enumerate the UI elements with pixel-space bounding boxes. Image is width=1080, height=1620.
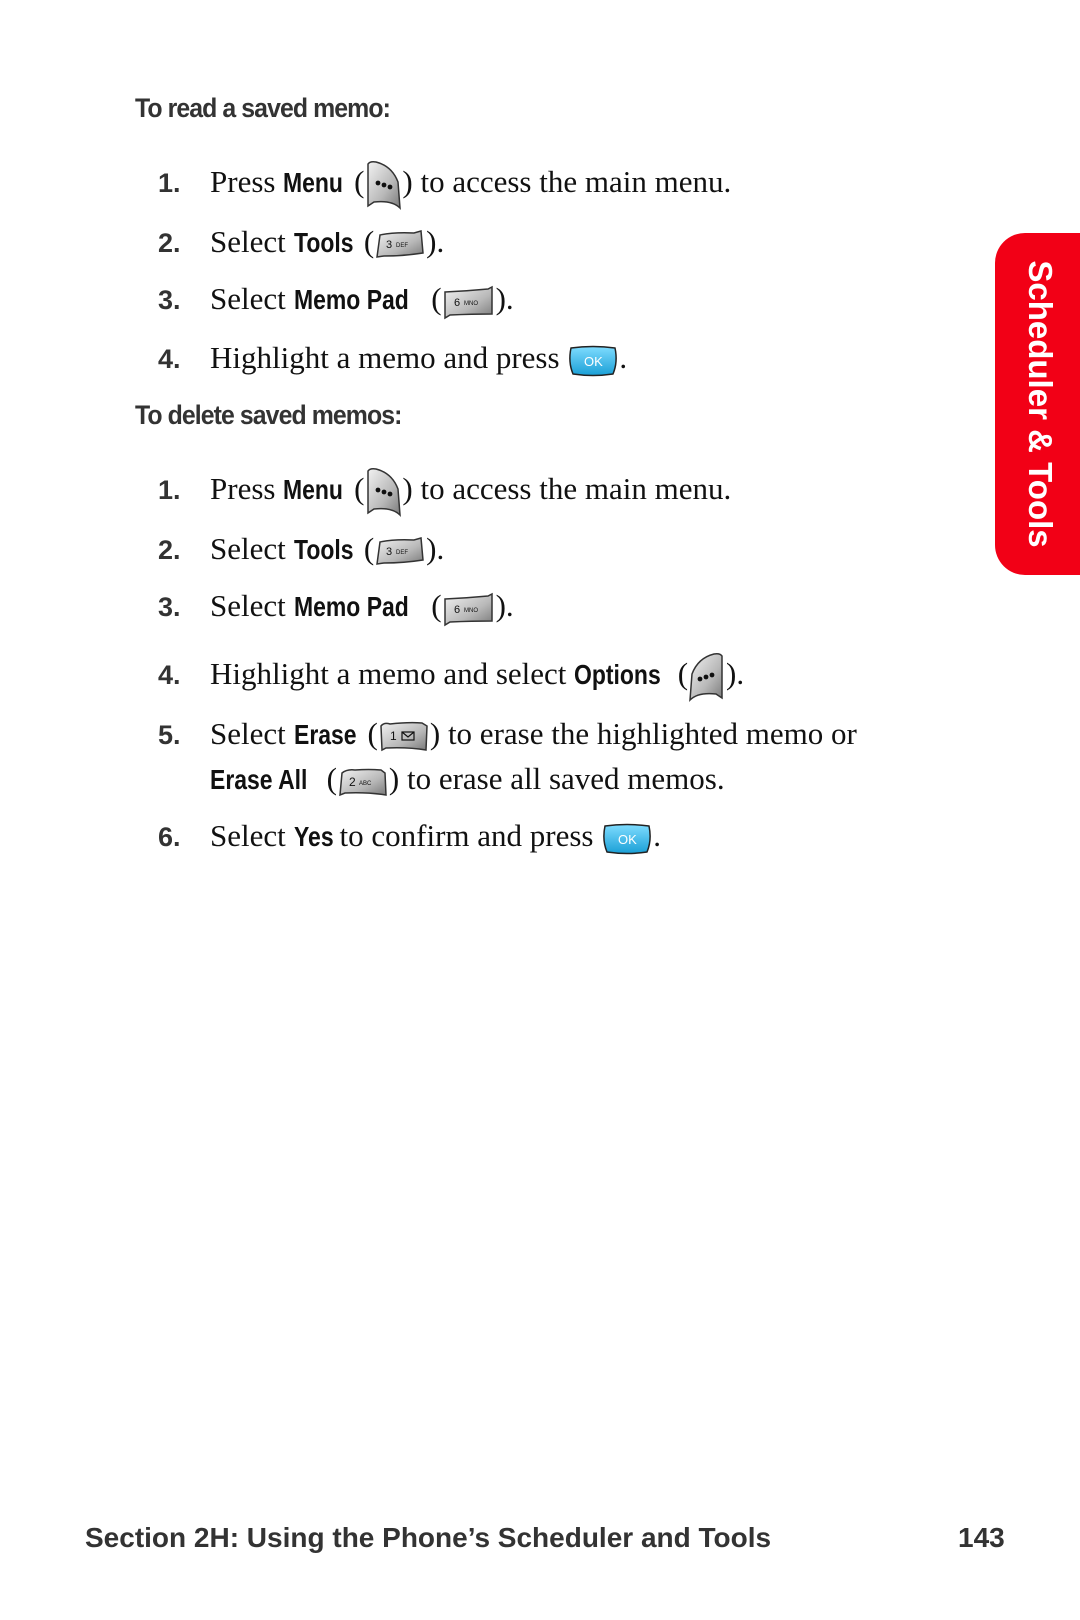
key-6-mno-icon: 6 MNO (442, 591, 496, 627)
key-3-def-icon: 3 DEF (374, 229, 426, 261)
menu-key-icon (364, 467, 402, 517)
delete-step-4: 4. Highlight a memo and select Options ()… (158, 652, 744, 702)
key-2-abc-icon: 2 ABC (337, 765, 389, 799)
delete-step-6: 6. Select Yes to confirm and press OK. (158, 814, 661, 859)
read-step-2: 2. Select Tools (3 DEF). (158, 224, 445, 261)
ok-key-icon: OK (567, 344, 619, 378)
svg-text:ABC: ABC (359, 781, 372, 787)
delete-memos-heading: To delete saved memos: (135, 400, 402, 430)
svg-text:MNO: MNO (464, 608, 478, 614)
read-memo-heading: To read a saved memo: (135, 93, 391, 123)
options-key-icon (688, 652, 726, 702)
svg-text:6: 6 (454, 297, 460, 309)
key-1-voicemail-icon: 1 (378, 720, 430, 754)
svg-text:DEF: DEF (396, 243, 408, 249)
delete-step-2: 2. Select Tools (3 DEF). (158, 531, 445, 568)
page-number: 143 (958, 1522, 1005, 1553)
svg-text:3: 3 (386, 239, 392, 251)
read-step-1: 1. Press Menu () to access the main menu. (158, 160, 731, 210)
delete-step-5: 5. Select Erase (1) to erase the highligh… (158, 712, 857, 757)
svg-text:MNO: MNO (464, 301, 478, 307)
footer-section-title: Section 2H: Using the Phone’s Scheduler … (85, 1522, 772, 1553)
menu-key-icon (364, 160, 402, 210)
svg-text:3: 3 (386, 546, 392, 558)
svg-text:DEF: DEF (396, 550, 408, 556)
read-step-3: 3. Select Memo Pad (6 MNO). (158, 277, 514, 322)
svg-text:6: 6 (454, 604, 460, 616)
delete-step-3: 3. Select Memo Pad (6 MNO). (158, 584, 514, 629)
read-step-4: 4. Highlight a memo and press OK. (158, 336, 627, 381)
delete-step-1: 1. Press Menu () to access the main menu. (158, 467, 731, 517)
key-6-mno-icon: 6 MNO (442, 284, 496, 320)
svg-text:1: 1 (390, 729, 397, 743)
section-tab: Scheduler & Tools (995, 233, 1080, 575)
section-tab-label: Scheduler & Tools (1022, 260, 1059, 548)
delete-step-5-continued: Erase All (2 ABC) to erase all saved memo… (210, 757, 725, 802)
ok-key-icon: OK (601, 822, 653, 856)
svg-text:2: 2 (349, 775, 356, 789)
svg-text:OK: OK (618, 832, 637, 847)
svg-text:OK: OK (584, 354, 603, 369)
key-3-def-icon: 3 DEF (374, 536, 426, 568)
